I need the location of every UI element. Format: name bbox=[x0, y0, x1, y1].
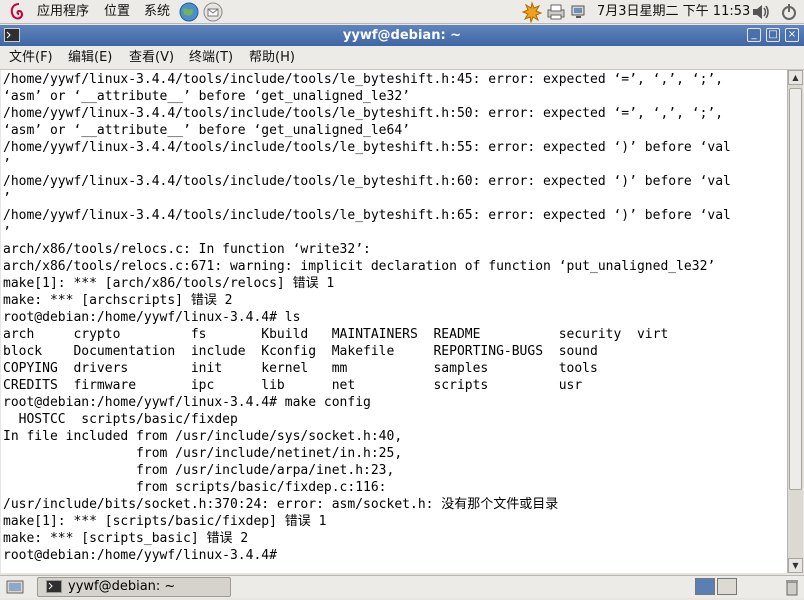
terminal-line: ’ bbox=[3, 157, 11, 172]
terminal-line: from /usr/include/netinet/in.h:25, bbox=[3, 446, 403, 461]
terminal-task-icon bbox=[46, 580, 62, 600]
terminal-line: root@debian:/home/yywf/linux-3.4.4# make… bbox=[3, 395, 371, 410]
window-titlebar[interactable]: yywf@debian: ~ _ □ × bbox=[0, 25, 804, 46]
taskbar-item-terminal[interactable]: yywf@debian: ~ bbox=[37, 577, 231, 597]
taskbar-item-label: yywf@debian: ~ bbox=[68, 579, 176, 594]
menu-terminal[interactable]: 终端(T) bbox=[189, 46, 233, 70]
terminal-line: arch crypto fs Kbuild MAINTAINERS README… bbox=[3, 327, 669, 342]
places-menu[interactable]: 位置 bbox=[104, 0, 130, 24]
show-desktop-icon[interactable] bbox=[6, 578, 24, 600]
terminal-line: ‘asm’ or ‘__attribute__’ before ‘get_una… bbox=[3, 123, 410, 138]
bottom-panel: yywf@debian: ~ bbox=[0, 575, 804, 598]
terminal-line: from /usr/include/arpa/inet.h:23, bbox=[3, 463, 395, 478]
top-panel: 应用程序 位置 系统 7月3日星期二 下午 11:53 bbox=[0, 0, 804, 24]
menu-edit[interactable]: 编辑(E) bbox=[68, 46, 112, 70]
menu-help[interactable]: 帮助(H) bbox=[249, 46, 295, 70]
trash-icon[interactable] bbox=[784, 578, 800, 600]
system-menu[interactable]: 系统 bbox=[144, 0, 170, 24]
terminal-line: block Documentation include Kconfig Make… bbox=[3, 344, 598, 359]
close-icon[interactable]: × bbox=[785, 28, 799, 42]
terminal-lines: /home/yywf/linux-3.4.4/tools/include/too… bbox=[3, 71, 731, 564]
terminal-line: ’ bbox=[3, 191, 11, 206]
vertical-scrollbar[interactable]: ▲ ▼ bbox=[787, 70, 803, 573]
terminal-line: root@debian:/home/yywf/linux-3.4.4# ls bbox=[3, 310, 301, 325]
scroll-up-icon[interactable]: ▲ bbox=[788, 70, 803, 85]
terminal-line: COPYING drivers init kernel mm samples t… bbox=[3, 361, 598, 376]
terminal-line: /home/yywf/linux-3.4.4/tools/include/too… bbox=[3, 140, 731, 155]
scrollbar-thumb[interactable] bbox=[789, 88, 802, 490]
applications-menu[interactable]: 应用程序 bbox=[37, 0, 89, 24]
update-notifier-icon[interactable] bbox=[521, 0, 543, 24]
terminal-line: /home/yywf/linux-3.4.4/tools/include/too… bbox=[3, 208, 731, 223]
terminal-line: root@debian:/home/yywf/linux-3.4.4# bbox=[3, 548, 277, 563]
shutdown-icon[interactable] bbox=[779, 0, 799, 24]
terminal-line: arch/x86/tools/relocs.c:671: warning: im… bbox=[3, 259, 716, 274]
clock[interactable]: 7月3日星期二 下午 11:53 bbox=[597, 0, 750, 24]
terminal-line: ‘asm’ or ‘__attribute__’ before ‘get_una… bbox=[3, 89, 410, 104]
volume-icon[interactable] bbox=[751, 0, 771, 24]
terminal-line: /home/yywf/linux-3.4.4/tools/include/too… bbox=[3, 106, 724, 121]
debian-logo-icon[interactable] bbox=[8, 0, 28, 24]
terminal-line: HOSTCC scripts/basic/fixdep bbox=[3, 412, 238, 427]
terminal-line: from scripts/basic/fixdep.c:116: bbox=[3, 480, 387, 495]
terminal-line: make: *** [archscripts] 错误 2 bbox=[3, 293, 233, 308]
terminal-line: CREDITS firmware ipc lib net scripts usr bbox=[3, 378, 583, 393]
terminal-line: /usr/include/bits/socket.h:370:24: error… bbox=[3, 497, 559, 512]
menubar: 文件(F) 编辑(E) 查看(V) 终端(T) 帮助(H) bbox=[0, 46, 804, 70]
menu-file[interactable]: 文件(F) bbox=[9, 46, 53, 70]
menu-view[interactable]: 查看(V) bbox=[129, 46, 174, 70]
window-title: yywf@debian: ~ bbox=[342, 28, 462, 43]
maximize-icon[interactable]: □ bbox=[766, 28, 780, 42]
network-icon[interactable] bbox=[570, 0, 590, 24]
terminal-line: arch/x86/tools/relocs.c: In function ‘wr… bbox=[3, 242, 371, 257]
web-browser-icon[interactable] bbox=[178, 0, 200, 24]
workspace-switcher[interactable] bbox=[695, 578, 715, 595]
terminal-line: make: *** [scripts_basic] 错误 2 bbox=[3, 531, 249, 546]
terminal-line: make[1]: *** [arch/x86/tools/relocs] 错误 … bbox=[3, 276, 335, 291]
terminal-line: make[1]: *** [scripts/basic/fixdep] 错误 1 bbox=[3, 514, 327, 529]
workspace-switcher-2[interactable] bbox=[717, 578, 737, 595]
terminal-line: /home/yywf/linux-3.4.4/tools/include/too… bbox=[3, 72, 724, 87]
terminal-line: In file included from /usr/include/sys/s… bbox=[3, 429, 403, 444]
minimize-icon[interactable]: _ bbox=[747, 28, 761, 42]
mail-icon[interactable] bbox=[202, 0, 224, 24]
terminal-line: /home/yywf/linux-3.4.4/tools/include/too… bbox=[3, 174, 731, 189]
printer-icon[interactable] bbox=[545, 0, 567, 24]
terminal-output[interactable]: /home/yywf/linux-3.4.4/tools/include/too… bbox=[1, 70, 787, 573]
scroll-down-icon[interactable]: ▼ bbox=[788, 558, 803, 573]
terminal-line: ’ bbox=[3, 225, 11, 240]
